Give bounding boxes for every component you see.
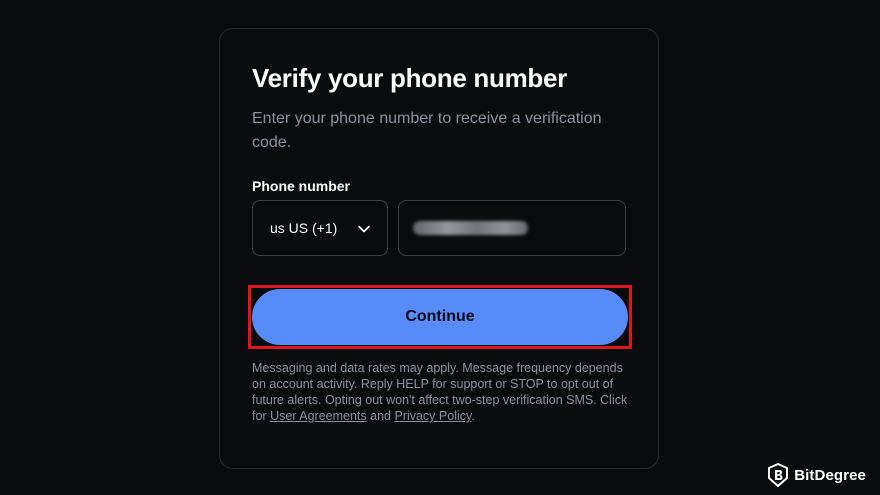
privacy-policy-link[interactable]: Privacy Policy [394, 409, 471, 423]
bitdegree-watermark: BitDegree [768, 463, 866, 487]
chevron-down-icon [358, 225, 370, 233]
verify-phone-card: Verify your phone number Enter your phon… [219, 28, 659, 469]
phone-number-label: Phone number [252, 178, 351, 194]
disclaimer-end: . [471, 409, 475, 423]
sms-disclaimer: Messaging and data rates may apply. Mess… [252, 360, 632, 424]
bitdegree-logo-icon [768, 463, 789, 487]
page-title: Verify your phone number [252, 63, 567, 93]
user-agreements-link[interactable]: User Agreements [270, 409, 367, 423]
continue-button[interactable]: Continue [252, 289, 628, 345]
page-subtitle: Enter your phone number to receive a ver… [252, 110, 602, 151]
bitdegree-brand-text: BitDegree [794, 466, 866, 484]
country-code-value: us US (+1) [270, 220, 338, 236]
country-code-select[interactable]: us US (+1) [252, 200, 388, 256]
redacted-phone-value [413, 221, 528, 235]
disclaimer-and-text: and [366, 409, 395, 423]
